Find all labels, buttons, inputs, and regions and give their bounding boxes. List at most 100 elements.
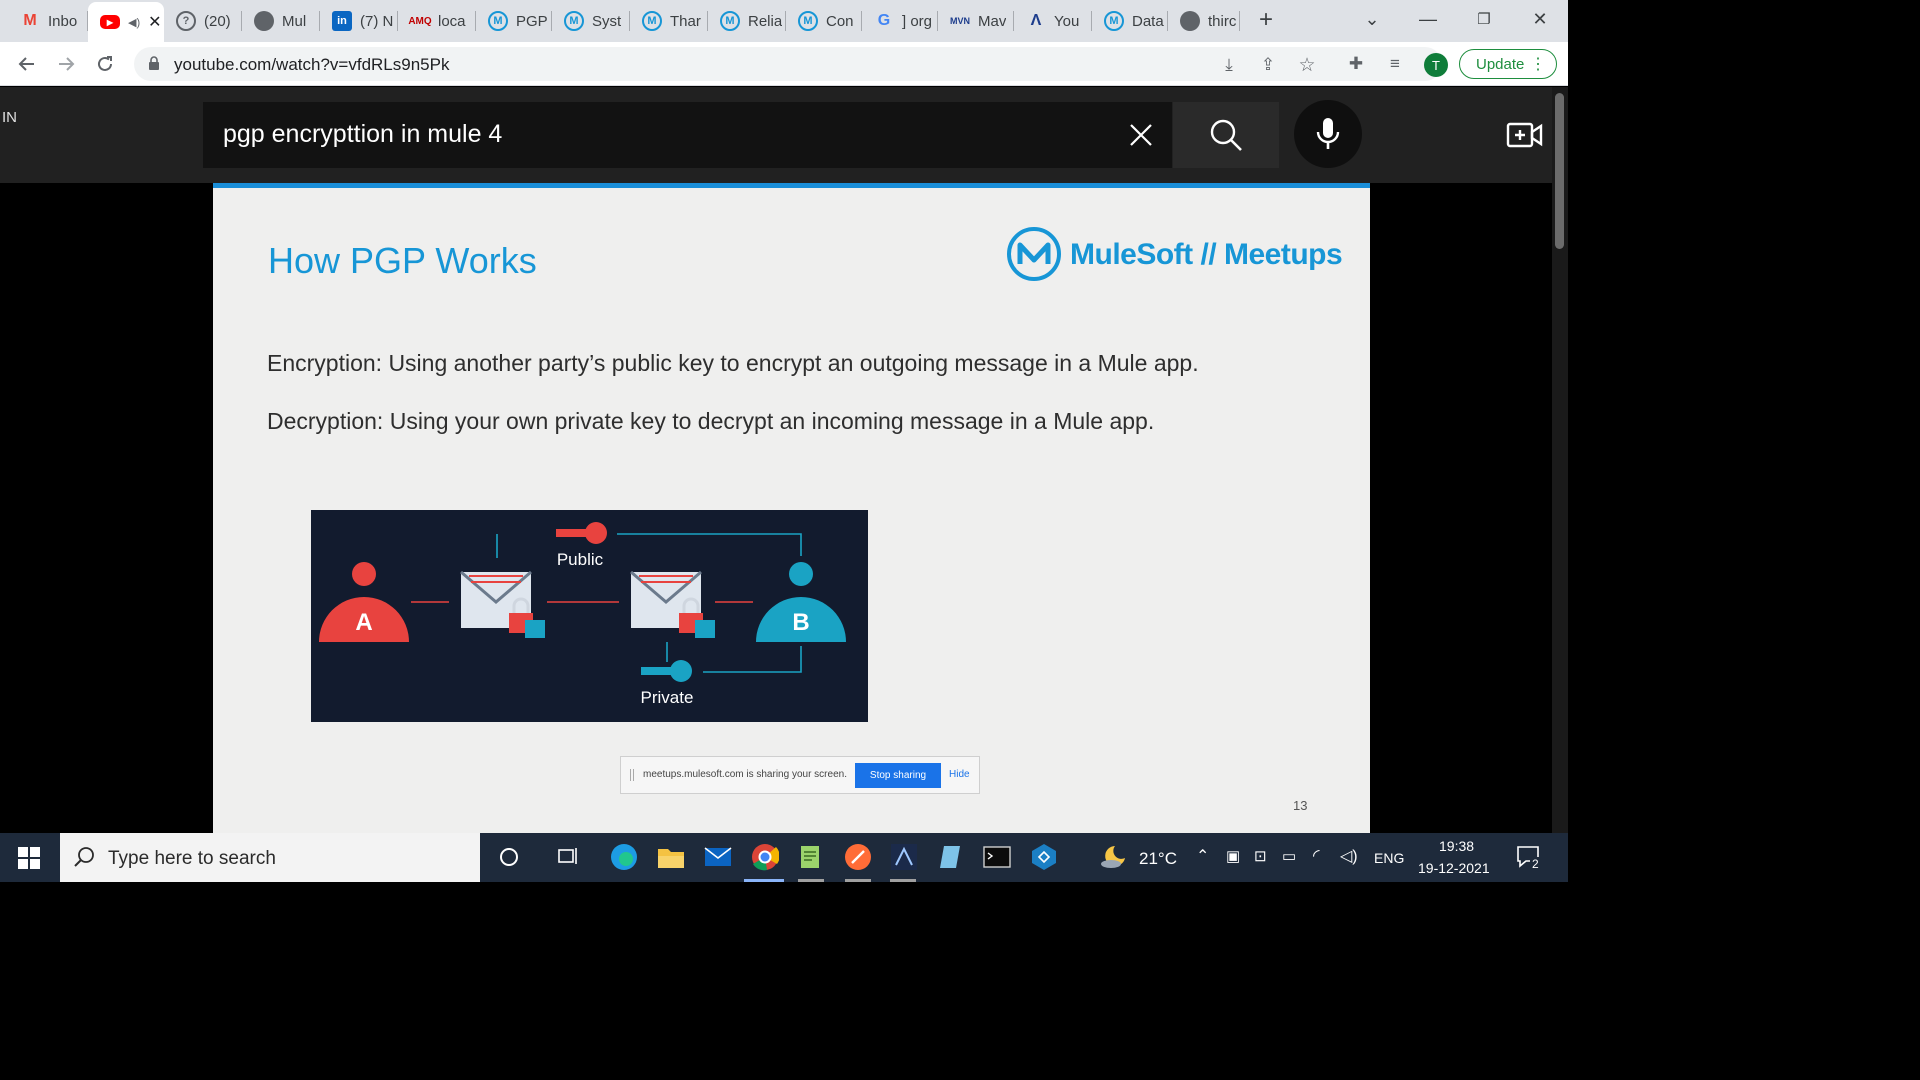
browser-toolbar: youtube.com/watch?v=vfdRLs9n5Pk ⤓ ⇪ ☆ ✚ … — [0, 42, 1568, 86]
mulesoft-logo-icon — [1007, 227, 1061, 281]
tab-you[interactable]: Λ You — [1014, 0, 1092, 42]
restore-button[interactable]: ❐ — [1456, 0, 1512, 38]
public-key-label: Public — [557, 550, 604, 569]
update-button[interactable]: Update ⋮ — [1459, 49, 1557, 79]
media-queue-icon[interactable]: ≡ — [1384, 53, 1406, 75]
lock-icon[interactable] — [148, 56, 160, 71]
mail-icon[interactable] — [703, 842, 733, 872]
back-button[interactable] — [12, 49, 42, 79]
cortana-icon[interactable] — [494, 842, 524, 872]
tab-title: thirc — [1208, 12, 1237, 30]
sourcetree-icon[interactable] — [1029, 842, 1059, 872]
page-scrollbar[interactable] — [1552, 87, 1568, 833]
chrome-icon[interactable] — [750, 842, 780, 872]
tab-relia[interactable]: M Relia — [708, 0, 786, 42]
install-app-icon[interactable]: ⤓ — [1218, 54, 1240, 76]
notepad-plus-icon[interactable] — [796, 842, 826, 872]
search-button[interactable] — [1173, 102, 1279, 168]
show-hidden-icons[interactable]: ⌃ — [1196, 846, 1209, 866]
m-logo-icon: Λ — [1030, 12, 1042, 29]
mulesoft-icon: M — [642, 11, 662, 31]
region-code: IN — [2, 109, 17, 126]
stop-sharing-button: Stop sharing — [855, 763, 941, 788]
tab-pgp[interactable]: M PGP — [476, 0, 552, 42]
maven-icon: MVN — [950, 16, 970, 26]
address-bar[interactable]: youtube.com/watch?v=vfdRLs9n5Pk ⤓ ⇪ ☆ — [134, 47, 1442, 81]
weather-moon-icon[interactable] — [1098, 842, 1128, 872]
tab-amq[interactable]: AMQ loca — [398, 0, 476, 42]
clock-date[interactable]: 19-12-2021 — [1418, 860, 1490, 876]
url-text[interactable]: youtube.com/watch?v=vfdRLs9n5Pk — [174, 55, 449, 75]
reload-button[interactable] — [90, 49, 120, 79]
padlock-blue-icon — [695, 620, 715, 638]
tab-title: Inbo — [48, 12, 78, 30]
tab-thar[interactable]: M Thar — [630, 0, 708, 42]
tab-data[interactable]: M Data — [1092, 0, 1168, 42]
extensions-icon[interactable]: ✚ — [1345, 53, 1367, 75]
postman-icon[interactable] — [843, 842, 873, 872]
taskbar-search-box[interactable]: Type here to search — [60, 833, 480, 882]
bookmark-star-icon[interactable]: ☆ — [1296, 54, 1318, 76]
tab-mul[interactable]: Mul — [242, 0, 320, 42]
youtube-icon: ▶ — [100, 15, 120, 29]
anypoint-studio-icon[interactable] — [889, 842, 919, 872]
tab-con[interactable]: M Con — [786, 0, 862, 42]
open-app-indicator — [890, 879, 916, 882]
speaker-icon[interactable]: ◀) — [128, 16, 140, 29]
search-query-text[interactable]: pgp encrypttion in mule 4 — [223, 120, 502, 149]
minimize-button[interactable]: — — [1400, 0, 1456, 38]
public-key-icon — [556, 522, 607, 544]
pgp-flow-graphic: A B Public Private — [319, 522, 846, 707]
tab-title: PGP — [516, 12, 548, 30]
tab-google[interactable]: G ] org — [862, 0, 938, 42]
more-menu-icon[interactable]: ⋮ — [1530, 54, 1546, 74]
tab-syst[interactable]: M Syst — [552, 0, 630, 42]
public-key-flow-line — [496, 533, 802, 558]
decryption-text: Decryption: Using your own private key t… — [267, 408, 1155, 434]
presentation-slide: How PGP Works MuleSoft // Meetups Encryp… — [213, 188, 1370, 833]
task-view-icon[interactable] — [553, 842, 583, 872]
meet-now-icon[interactable]: ▣ — [1226, 847, 1240, 865]
amq-icon: AMQ — [408, 15, 432, 27]
tab-linkedin[interactable]: in (7) N — [320, 0, 398, 42]
mulesoft-icon: M — [564, 11, 584, 31]
wifi-icon[interactable]: ◜ — [1313, 846, 1320, 866]
tab-third[interactable]: thirc — [1168, 0, 1240, 42]
tab-search-chevron-icon[interactable]: ⌄ — [1344, 0, 1400, 38]
clock-time[interactable]: 19:38 — [1439, 838, 1474, 854]
encryption-text: Encryption: Using another party’s public… — [267, 350, 1199, 376]
mulesoft-icon: M — [798, 11, 818, 31]
create-video-icon[interactable] — [1506, 120, 1544, 150]
tab-gmail[interactable]: M Inbo — [8, 0, 88, 42]
command-prompt-icon[interactable] — [982, 842, 1012, 872]
share-icon[interactable]: ⇪ — [1257, 54, 1279, 76]
edge-browser-icon[interactable] — [609, 842, 639, 872]
temperature-text[interactable]: 21°C — [1139, 849, 1177, 869]
tab-title: Syst — [592, 12, 622, 30]
close-window-button[interactable]: ✕ — [1512, 0, 1568, 38]
file-explorer-icon[interactable] — [656, 842, 686, 872]
battery-icon[interactable]: ▭ — [1282, 847, 1296, 865]
profile-avatar[interactable]: T — [1424, 53, 1448, 77]
clear-search-icon[interactable] — [1125, 119, 1157, 151]
close-tab-icon[interactable]: ✕ — [148, 12, 161, 32]
search-input[interactable]: pgp encrypttion in mule 4 — [203, 102, 1172, 168]
scrollbar-thumb[interactable] — [1555, 93, 1564, 249]
mulesoft-icon: M — [720, 11, 740, 31]
new-tab-button[interactable]: + — [1252, 6, 1280, 34]
youtube-header: IN pgp encrypttion in mule 4 — [0, 87, 1552, 183]
tab-title: Data — [1132, 12, 1164, 30]
reload-icon — [98, 56, 112, 71]
start-button[interactable] — [0, 833, 58, 882]
tab-maven[interactable]: MVN Mav — [938, 0, 1014, 42]
microphone-icon — [1316, 118, 1340, 149]
voice-search-button[interactable] — [1294, 100, 1362, 168]
volume-icon[interactable]: ◁) — [1340, 846, 1358, 866]
notification-count: 2 — [1530, 857, 1541, 871]
forward-button[interactable] — [51, 49, 81, 79]
tab-youtube-active[interactable]: ▶ ◀) ✕ — [88, 2, 164, 42]
language-indicator[interactable]: ENG — [1374, 850, 1404, 866]
security-icon[interactable]: ⊡ — [1254, 847, 1267, 865]
notepad-icon[interactable] — [936, 842, 966, 872]
tab-20[interactable]: ? (20) — [164, 0, 242, 42]
